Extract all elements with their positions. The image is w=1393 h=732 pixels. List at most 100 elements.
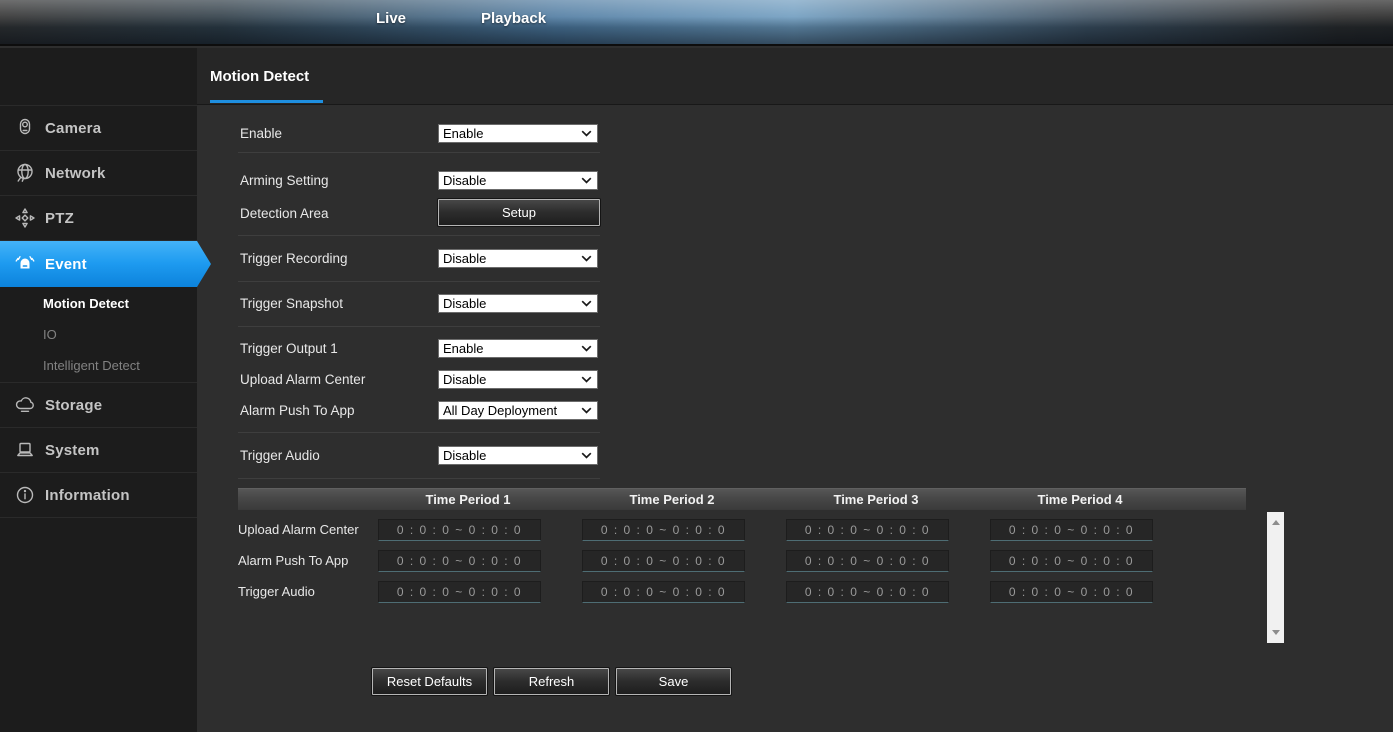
header-spacer [238,489,378,510]
time-range-input[interactable]: 0 : 0 : 0 ~ 0 : 0 : 0 [990,519,1153,541]
detection-area-label: Detection Area [240,204,435,223]
time-range-input[interactable]: 0 : 0 : 0 ~ 0 : 0 : 0 [378,550,541,572]
column-header-time-period-3: Time Period 3 [786,489,990,510]
sidebar-item-event[interactable]: Event [0,241,211,287]
column-header-time-period-1: Time Period 1 [378,489,582,510]
chevron-down-icon [581,345,592,352]
ptz-icon [13,206,37,230]
sidebar-item-ptz[interactable]: PTZ [0,196,197,241]
column-header-time-period-4: Time Period 4 [990,489,1194,510]
chevron-down-icon [581,407,592,414]
time-range-input[interactable]: 0 : 0 : 0 ~ 0 : 0 : 0 [582,581,745,603]
reset-defaults-button[interactable]: Reset Defaults [372,668,487,695]
system-icon [13,438,37,462]
trigger-recording-select[interactable]: Disable [438,249,598,268]
time-range-input[interactable]: 0 : 0 : 0 ~ 0 : 0 : 0 [990,550,1153,572]
trigger-audio-select[interactable]: Disable [438,446,598,465]
active-tab-underline [210,100,323,103]
sidebar-item-label: Storage [45,397,102,414]
trigger-snapshot-label: Trigger Snapshot [240,294,435,313]
chevron-down-icon [581,177,592,184]
time-range-input[interactable]: 0 : 0 : 0 ~ 0 : 0 : 0 [786,581,949,603]
content-tabbar: Motion Detect [197,48,1393,105]
trigger-output-1-select[interactable]: Enable [438,339,598,358]
sidebar-item-storage[interactable]: Storage [0,383,197,428]
enable-label: Enable [240,124,435,143]
main-panel: Motion Detect Enable Enable Arming Setti… [197,48,1393,732]
alarm-push-to-app-select-value: All Day Deployment [443,403,557,418]
sidebar-item-network[interactable]: Network [0,151,197,196]
time-range-input[interactable]: 0 : 0 : 0 ~ 0 : 0 : 0 [378,519,541,541]
tab-playback[interactable]: Playback [481,10,546,27]
arming-setting-select[interactable]: Disable [438,171,598,190]
upload-alarm-center-select-value: Disable [443,372,486,387]
topbar: Live Playback [0,0,1393,46]
event-icon [13,252,37,276]
camera-icon [13,116,37,140]
action-button-bar: Reset Defaults Refresh Save [372,668,731,695]
schedule-table-header: Time Period 1 Time Period 2 Time Period … [238,488,1246,510]
trigger-audio-select-value: Disable [443,448,486,463]
sidebar-item-camera[interactable]: Camera [0,106,197,151]
page-title: Motion Detect [210,68,309,85]
time-range-input[interactable]: 0 : 0 : 0 ~ 0 : 0 : 0 [990,581,1153,603]
sidebar-item-label: System [45,442,100,459]
sidebar-item-label: Information [45,487,130,504]
trigger-output-1-label: Trigger Output 1 [240,339,435,358]
chevron-down-icon [581,452,592,459]
table-row-alarm-push-to-app: Alarm Push To App 0 : 0 : 0 ~ 0 : 0 : 0 … [238,545,1246,576]
scroll-up-icon[interactable] [1272,520,1280,525]
schedule-table-rows: Upload Alarm Center 0 : 0 : 0 ~ 0 : 0 : … [238,514,1246,607]
separator [238,326,600,327]
trigger-recording-label: Trigger Recording [240,249,435,268]
table-row-trigger-audio: Trigger Audio 0 : 0 : 0 ~ 0 : 0 : 0 0 : … [238,576,1246,607]
app-screen: Live Playback Camera [0,0,1393,732]
separator [238,152,600,153]
refresh-button[interactable]: Refresh [494,668,609,695]
time-range-input[interactable]: 0 : 0 : 0 ~ 0 : 0 : 0 [378,581,541,603]
sidebar-spacer [0,48,197,106]
sidebar-item-information[interactable]: Information [0,473,197,518]
upload-alarm-center-select[interactable]: Disable [438,370,598,389]
tab-motion-detect[interactable]: Motion Detect [210,48,309,105]
event-submenu: Motion Detect IO Intelligent Detect [0,287,197,383]
time-range-input[interactable]: 0 : 0 : 0 ~ 0 : 0 : 0 [786,550,949,572]
enable-select-value: Enable [443,126,483,141]
trigger-recording-select-value: Disable [443,251,486,266]
tab-live[interactable]: Live [376,10,406,27]
enable-select[interactable]: Enable [438,124,598,143]
chevron-down-icon [581,130,592,137]
sidebar-item-system[interactable]: System [0,428,197,473]
content-area: Enable Enable Arming Setting Disable Det… [197,106,1393,732]
chevron-down-icon [581,255,592,262]
network-icon [13,161,37,185]
alarm-push-to-app-label: Alarm Push To App [240,401,435,420]
submenu-item-io[interactable]: IO [0,319,197,350]
information-icon [13,483,37,507]
separator [238,281,600,282]
storage-icon [13,393,37,417]
sidebar-item-label: PTZ [45,210,74,227]
column-header-time-period-2: Time Period 2 [582,489,786,510]
separator [238,432,600,433]
sidebar: Camera Network [0,48,197,732]
time-range-input[interactable]: 0 : 0 : 0 ~ 0 : 0 : 0 [582,519,745,541]
header-filler [1194,489,1246,510]
save-button[interactable]: Save [616,668,731,695]
setup-button[interactable]: Setup [438,199,600,226]
time-range-input[interactable]: 0 : 0 : 0 ~ 0 : 0 : 0 [786,519,949,541]
alarm-push-to-app-select[interactable]: All Day Deployment [438,401,598,420]
row-label: Alarm Push To App [238,553,378,568]
table-row-upload-alarm-center: Upload Alarm Center 0 : 0 : 0 ~ 0 : 0 : … [238,514,1246,545]
arming-setting-label: Arming Setting [240,171,435,190]
row-label: Upload Alarm Center [238,522,378,537]
scroll-down-icon[interactable] [1272,630,1280,635]
submenu-item-intelligent-detect[interactable]: Intelligent Detect [0,350,197,381]
vertical-scrollbar[interactable] [1267,512,1284,643]
trigger-snapshot-select[interactable]: Disable [438,294,598,313]
time-range-input[interactable]: 0 : 0 : 0 ~ 0 : 0 : 0 [582,550,745,572]
sidebar-item-label: Camera [45,120,101,137]
sidebar-item-label: Network [45,165,106,182]
submenu-item-motion-detect[interactable]: Motion Detect [0,288,197,319]
trigger-snapshot-select-value: Disable [443,296,486,311]
